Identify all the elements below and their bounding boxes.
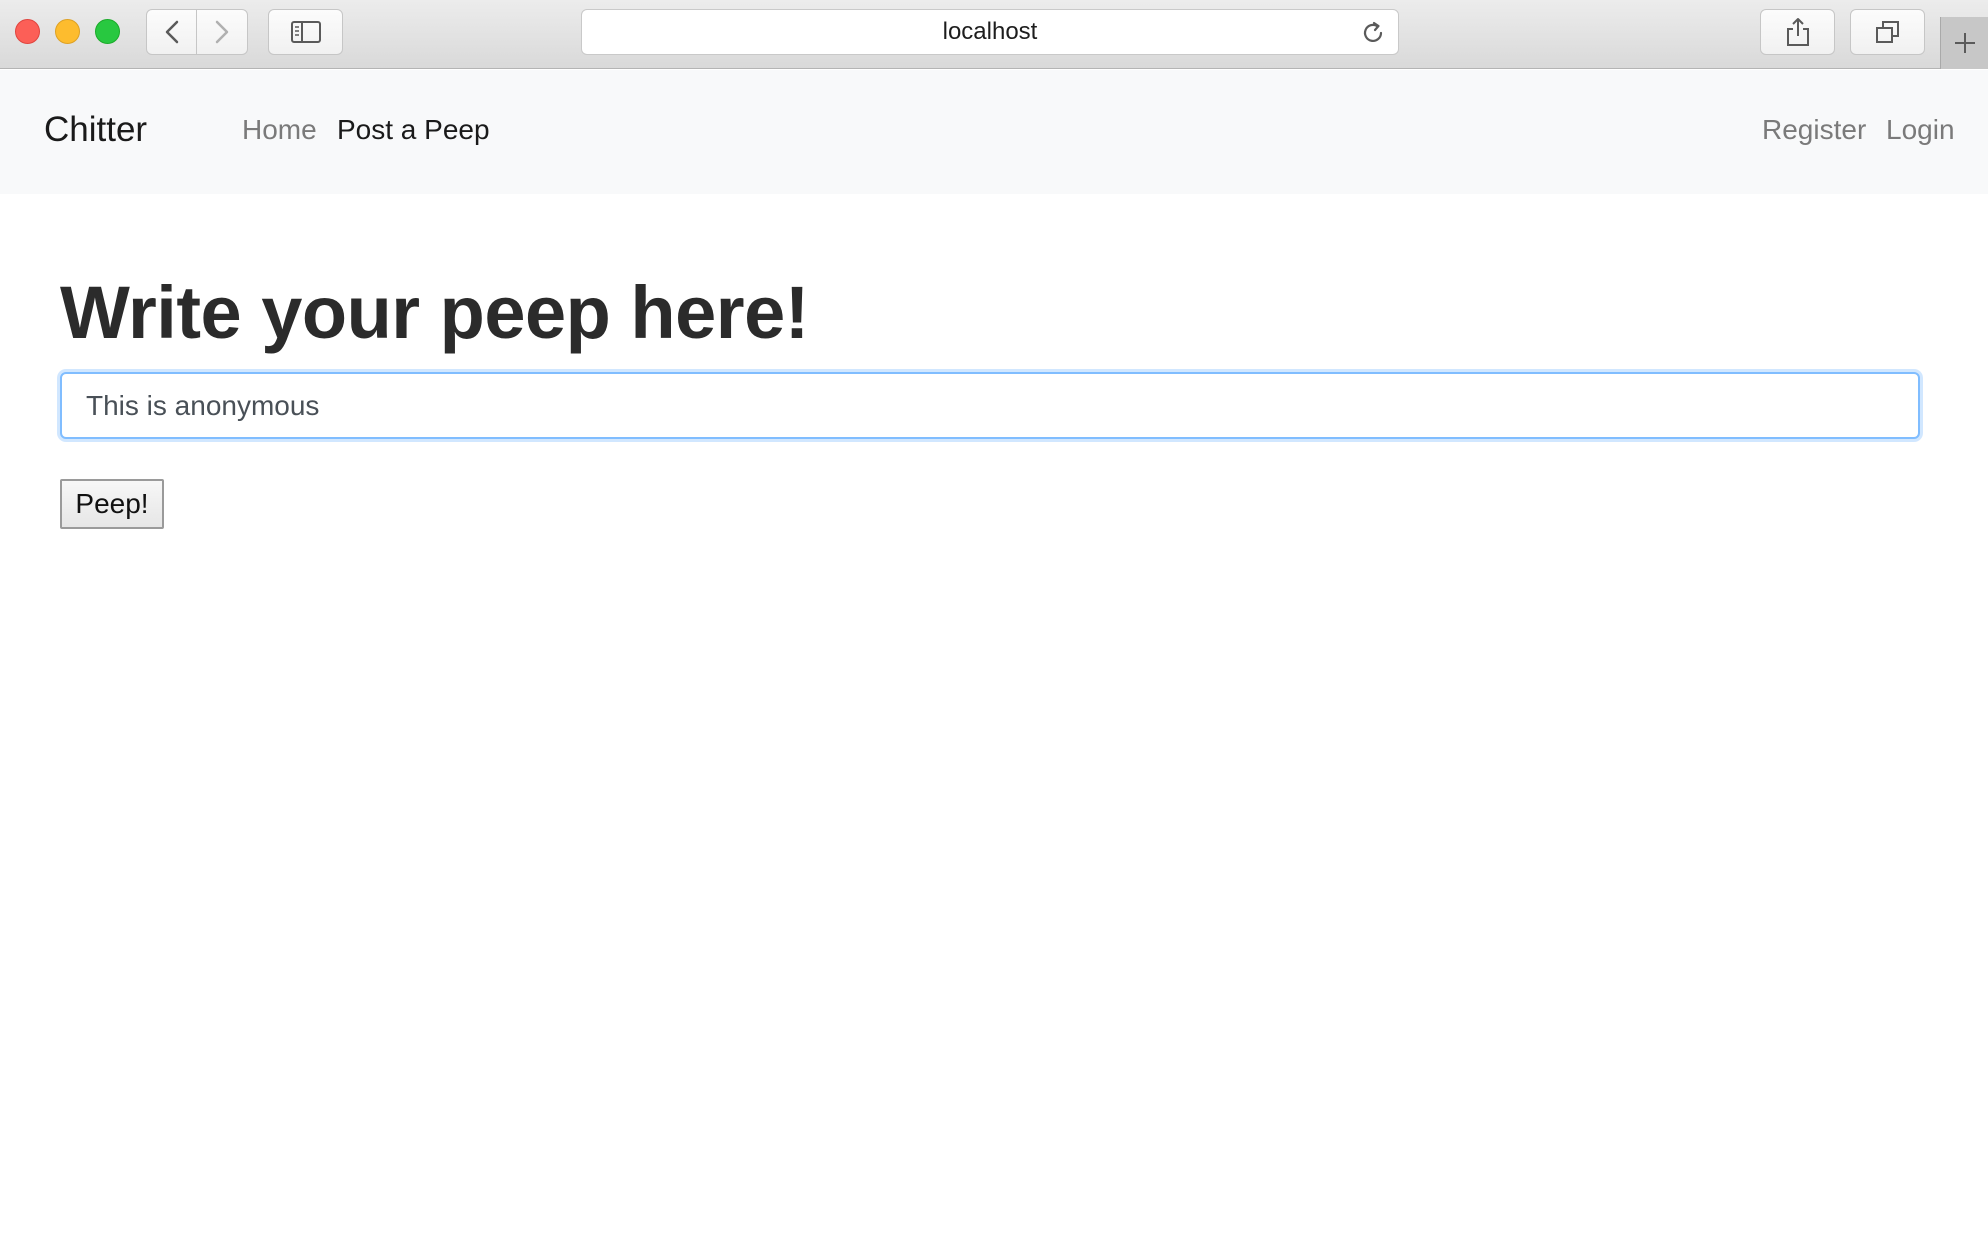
browser-toolbar: localhost (0, 0, 1988, 69)
nav-login-link[interactable]: Login (1886, 114, 1955, 146)
chevron-left-icon (165, 20, 178, 44)
address-bar[interactable]: localhost (581, 9, 1399, 55)
reload-icon[interactable] (1360, 20, 1386, 46)
close-window-button[interactable] (15, 19, 40, 44)
peep-submit-button[interactable]: Peep! (60, 479, 164, 529)
nav-home-link[interactable]: Home (242, 114, 317, 146)
sidebar-toggle-button[interactable] (268, 9, 343, 55)
peep-input[interactable] (60, 372, 1920, 439)
page-title: Write your peep here! (60, 271, 809, 354)
share-icon (1786, 18, 1809, 46)
minimize-window-button[interactable] (55, 19, 80, 44)
share-button[interactable] (1760, 9, 1835, 55)
forward-button[interactable] (197, 9, 248, 55)
chevron-right-icon (215, 20, 229, 44)
zoom-window-button[interactable] (95, 19, 120, 44)
nav-register-link[interactable]: Register (1762, 114, 1866, 146)
plus-icon (1954, 33, 1975, 53)
tabs-icon (1875, 21, 1899, 43)
navbar: Chitter Home Post a Peep Register Login (0, 70, 1988, 194)
new-tab-button[interactable] (1940, 17, 1988, 69)
address-text: localhost (942, 18, 1038, 45)
show-tabs-button[interactable] (1850, 9, 1925, 55)
back-button[interactable] (146, 9, 197, 55)
brand-link[interactable]: Chitter (44, 110, 147, 150)
nav-post-peep-link[interactable]: Post a Peep (337, 114, 490, 146)
sidebar-icon (290, 21, 321, 43)
